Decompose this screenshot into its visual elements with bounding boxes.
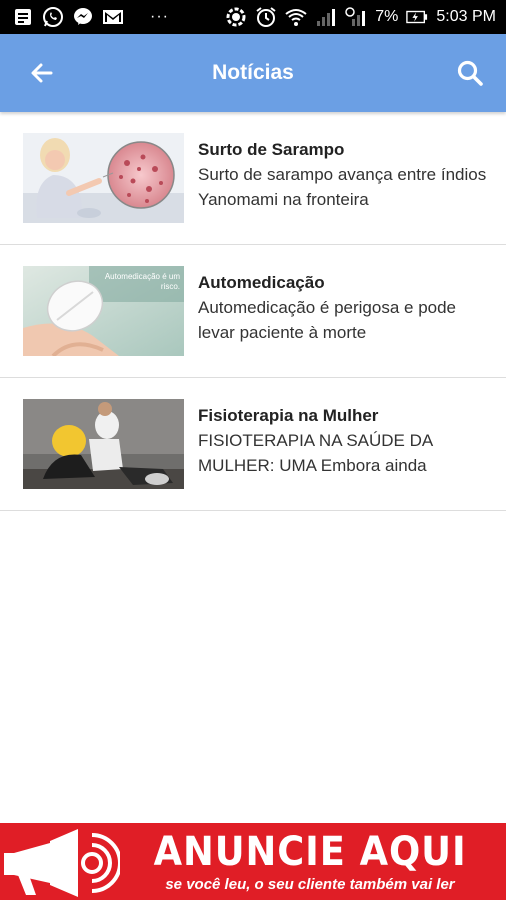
ad-subtitle: se você leu, o seu cliente também vai le… (165, 876, 455, 893)
news-item-fisioterapia[interactable]: Fisioterapia na Mulher FISIOTERAPIA NA S… (0, 378, 506, 511)
messenger-icon (72, 6, 94, 28)
news-title: Surto de Sarampo (198, 140, 345, 159)
news-item-sarampo[interactable]: Surto de Sarampo Surto de sarampo avança… (0, 112, 506, 245)
news-title: Fisioterapia na Mulher (198, 406, 379, 425)
measles-illustration-image (23, 133, 184, 223)
alarm-icon (255, 6, 277, 28)
sync-icon (225, 6, 247, 28)
status-bar-right: 7% 5:03 PM (225, 6, 496, 28)
megaphone-icon (0, 823, 122, 900)
notes-icon (12, 6, 34, 28)
signal-icon (315, 6, 337, 28)
whatsapp-icon (42, 6, 64, 28)
gmail-icon (102, 6, 124, 28)
pill-in-hand-image: Automedicação é um risco. (23, 266, 184, 356)
ad-text: ANUNCIE AQUI se você leu, o seu cliente … (120, 830, 506, 893)
wifi-icon (285, 6, 307, 28)
physiotherapy-photo-image (23, 399, 184, 489)
ad-title: ANUNCIE AQUI (153, 829, 467, 875)
news-item-text: Fisioterapia na Mulher FISIOTERAPIA NA S… (198, 404, 492, 478)
battery-charging-icon (406, 6, 428, 28)
news-list: Surto de Sarampo Surto de sarampo avança… (0, 112, 506, 511)
news-item-automedicacao[interactable]: Automedicação é um risco. Automedicação … (0, 245, 506, 378)
search-icon[interactable] (454, 57, 486, 89)
news-summary: Automedicação é perigosa e pode levar pa… (198, 298, 457, 342)
battery-percent: 7% (375, 8, 399, 25)
ad-banner[interactable]: ANUNCIE AQUI se você leu, o seu cliente … (0, 823, 506, 900)
news-title: Automedicação (198, 273, 325, 292)
status-bar-left: ··· (12, 6, 169, 28)
app-bar: Notícias (0, 34, 506, 112)
news-item-text: Automedicação Automedicação é perigosa e… (198, 271, 492, 345)
news-item-text: Surto de Sarampo Surto de sarampo avança… (198, 138, 492, 212)
thumb-caption: Automedicação é um risco. (104, 272, 180, 291)
news-summary: Surto de sarampo avança entre índios Yan… (198, 165, 487, 209)
status-time: 5:03 PM (436, 8, 496, 25)
status-bar: ··· 7% 5:03 PM (0, 0, 506, 34)
arrow-back-icon[interactable] (26, 57, 58, 89)
page-title: Notícias (212, 61, 294, 84)
signal-icon (345, 6, 367, 28)
more-notifications-indicator: ··· (150, 8, 169, 25)
news-summary: FISIOTERAPIA NA SAÚDE DA MULHER: UMA Emb… (198, 431, 433, 475)
